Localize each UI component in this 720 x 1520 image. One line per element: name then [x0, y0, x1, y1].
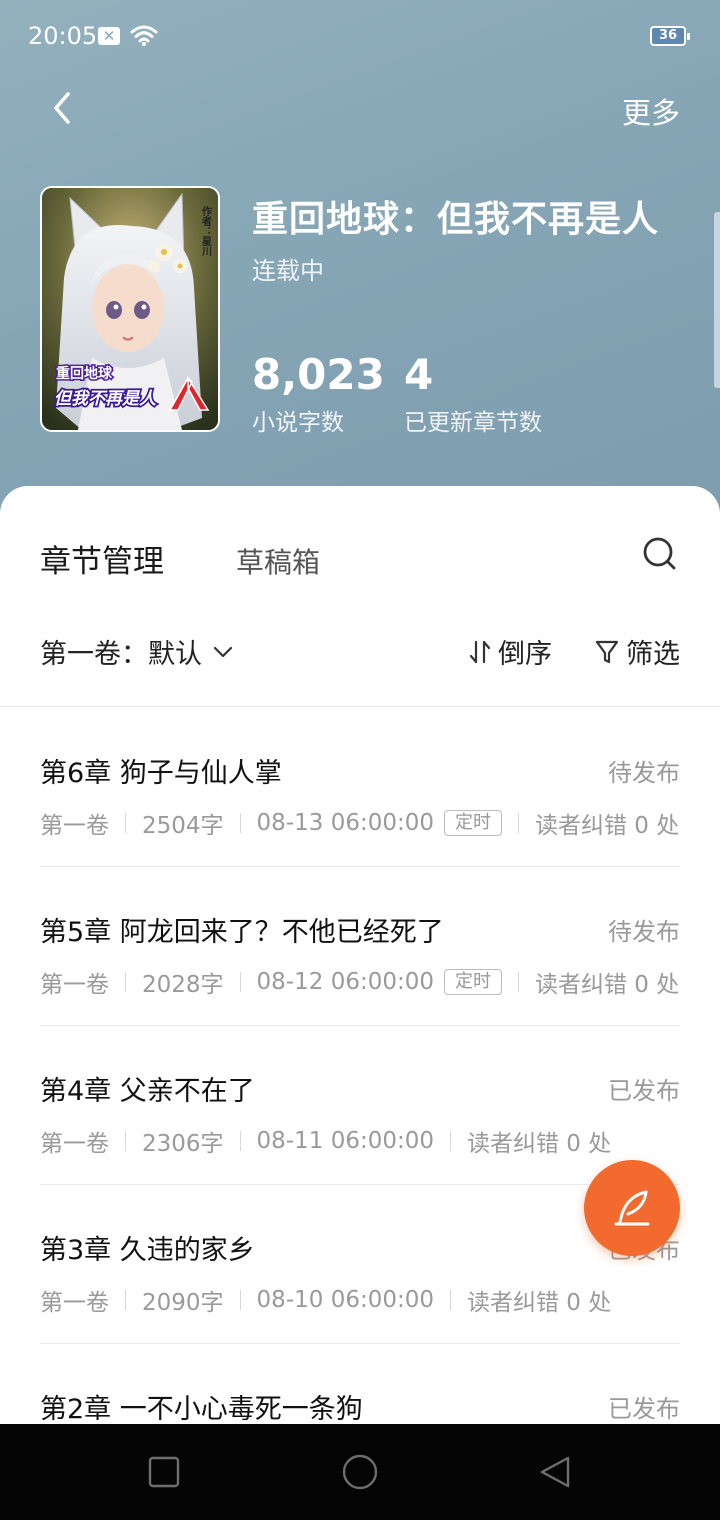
scheduled-tag: 定时 [444, 969, 502, 995]
scroll-indicator [714, 212, 720, 388]
status-bar: 20:05 ✕ 36 [0, 0, 720, 72]
filter-button[interactable]: 筛选 [594, 632, 680, 671]
search-icon[interactable] [640, 534, 680, 574]
chapter-meta: 第一卷 2306字 08-11 06:00:00 读者纠错 0 处 [40, 1124, 611, 1158]
chapter-status: 待发布 [608, 759, 680, 787]
back-nav-icon[interactable] [538, 1454, 574, 1490]
wifi-icon [130, 25, 158, 46]
sort-arrows-icon [469, 640, 491, 663]
updated-chapters-label: 已更新章节数 [404, 410, 542, 436]
chapter-row[interactable]: 第6章 狗子与仙人掌 待发布 第一卷 2504字 08-13 06:00:00 … [40, 708, 680, 867]
chapter-words: 2090字 [142, 1290, 224, 1316]
status-time: 20:05 [28, 22, 98, 50]
chapter-errors: 读者纠错 0 处 [535, 813, 680, 839]
book-status: 连载中 [252, 257, 324, 285]
tab-drafts[interactable]: 草稿箱 [236, 541, 320, 581]
word-count-label: 小说字数 [252, 410, 344, 436]
scheduled-tag: 定时 [444, 810, 502, 836]
cover-title-line2: 但我不再是人 [54, 389, 157, 409]
chapter-words: 2504字 [142, 813, 224, 839]
chapter-meta: 第一卷 2504字 08-13 06:00:00 定时 读者纠错 0 处 [40, 806, 679, 840]
chapter-meta: 第一卷 2028字 08-12 06:00:00 定时 读者纠错 0 处 [40, 965, 679, 999]
more-button[interactable]: 更多 [622, 90, 680, 132]
chapter-time: 08-11 06:00:00 [256, 1128, 434, 1154]
chapter-words: 2306字 [142, 1131, 224, 1157]
system-navigation-bar [0, 1424, 720, 1520]
chapter-time: 08-12 06:00:00 [256, 969, 434, 995]
chapter-title: 第2章 一不小心毒死一条狗 [40, 1394, 363, 1424]
tab-chapter-management[interactable]: 章节管理 [40, 536, 164, 581]
volume-selector-label: 第一卷：默认 [40, 639, 202, 670]
chapter-errors: 读者纠错 0 处 [467, 1290, 612, 1316]
chapter-row[interactable]: 第2章 一不小心毒死一条狗 已发布 [40, 1344, 680, 1424]
chapter-errors: 读者纠错 0 处 [467, 1131, 612, 1157]
chapter-title: 第3章 久违的家乡 [40, 1235, 255, 1266]
chapter-row[interactable]: 第5章 阿龙回来了？不他已经死了 待发布 第一卷 2028字 08-12 06:… [40, 867, 680, 1026]
chapter-errors: 读者纠错 0 处 [535, 972, 680, 998]
chevron-down-icon [213, 646, 233, 657]
chapter-time: 08-10 06:00:00 [256, 1287, 434, 1313]
cover-title-line1: 重回地球 [56, 365, 113, 382]
write-chapter-button[interactable] [584, 1160, 680, 1256]
book-title: 重回地球：但我不再是人 [252, 199, 660, 240]
volume-selector[interactable]: 第一卷：默认 [40, 632, 234, 671]
chapter-title: 第6章 狗子与仙人掌 [40, 758, 282, 789]
chapter-title: 第5章 阿龙回来了？不他已经死了 [40, 917, 444, 948]
chapter-words: 2028字 [142, 972, 224, 998]
sort-button[interactable]: 倒序 [468, 632, 552, 671]
chapter-status: 待发布 [608, 918, 680, 946]
chapter-volume: 第一卷 [40, 813, 109, 839]
book-cover[interactable]: 作者：星川 重回地球 但我不再是人 [40, 186, 220, 432]
home-icon[interactable] [340, 1452, 380, 1492]
chapter-volume: 第一卷 [40, 972, 109, 998]
chapter-title: 第4章 父亲不在了 [40, 1076, 255, 1107]
notification-icon: ✕ [98, 27, 120, 45]
back-icon[interactable] [44, 88, 84, 128]
chapter-volume: 第一卷 [40, 1290, 109, 1316]
battery-indicator: 36 [650, 26, 690, 46]
chapter-time: 08-13 06:00:00 [256, 810, 434, 836]
updated-chapters-value: 4 [404, 350, 434, 399]
chapter-status: 已发布 [608, 1395, 680, 1423]
word-count-value: 8,023 [252, 350, 385, 399]
chapter-status: 已发布 [608, 1077, 680, 1105]
divider [0, 706, 720, 707]
quill-pen-icon [614, 1190, 650, 1226]
chapter-meta: 第一卷 2090字 08-10 06:00:00 读者纠错 0 处 [40, 1283, 611, 1317]
sort-label: 倒序 [498, 639, 552, 670]
filter-label: 筛选 [626, 639, 680, 670]
funnel-icon [595, 640, 619, 663]
recent-apps-icon[interactable] [146, 1454, 182, 1490]
chapter-row[interactable]: 第4章 父亲不在了 已发布 第一卷 2306字 08-11 06:00:00 读… [40, 1026, 680, 1185]
chapter-volume: 第一卷 [40, 1131, 109, 1157]
